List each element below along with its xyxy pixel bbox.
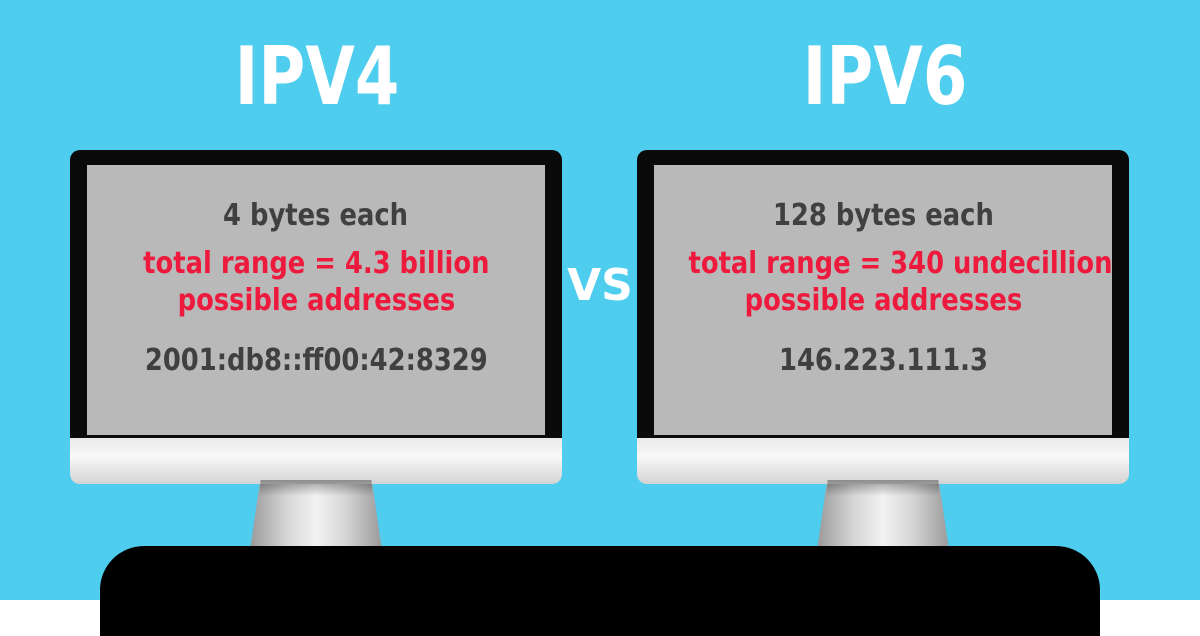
ipv4-example-address: 2001:db8::ff00:42:8329 (144, 343, 488, 378)
ipv4-addresses-text: possible addresses (177, 283, 455, 318)
ipv6-bytes-text: 128 bytes each (772, 198, 994, 233)
ipv6-range-text: total range = 340 undecillion (688, 246, 1113, 281)
ipv6-monitor: 128 bytes each total range = 340 undecil… (637, 150, 1129, 550)
monitor-chin (637, 438, 1129, 484)
ipv4-monitor: 4 bytes each total range = 4.3 billion p… (70, 150, 562, 550)
ipv4-title: IPV4 (234, 30, 400, 123)
desk (100, 546, 1100, 636)
ipv6-screen: 128 bytes each total range = 340 undecil… (654, 165, 1112, 435)
ipv6-title: IPV6 (802, 30, 968, 123)
monitor-stand-shadow (826, 480, 940, 496)
monitor-stand-shadow (259, 480, 373, 496)
ipv6-addresses-text: possible addresses (744, 283, 1022, 318)
monitor-chin (70, 438, 562, 484)
ipv4-range-text: total range = 4.3 billion (142, 246, 490, 281)
vs-label: VS (567, 260, 633, 311)
ipv4-screen: 4 bytes each total range = 4.3 billion p… (87, 165, 545, 435)
ipv4-bytes-text: 4 bytes each (223, 198, 409, 233)
ipv6-example-address: 146.223.111.3 (778, 343, 988, 378)
